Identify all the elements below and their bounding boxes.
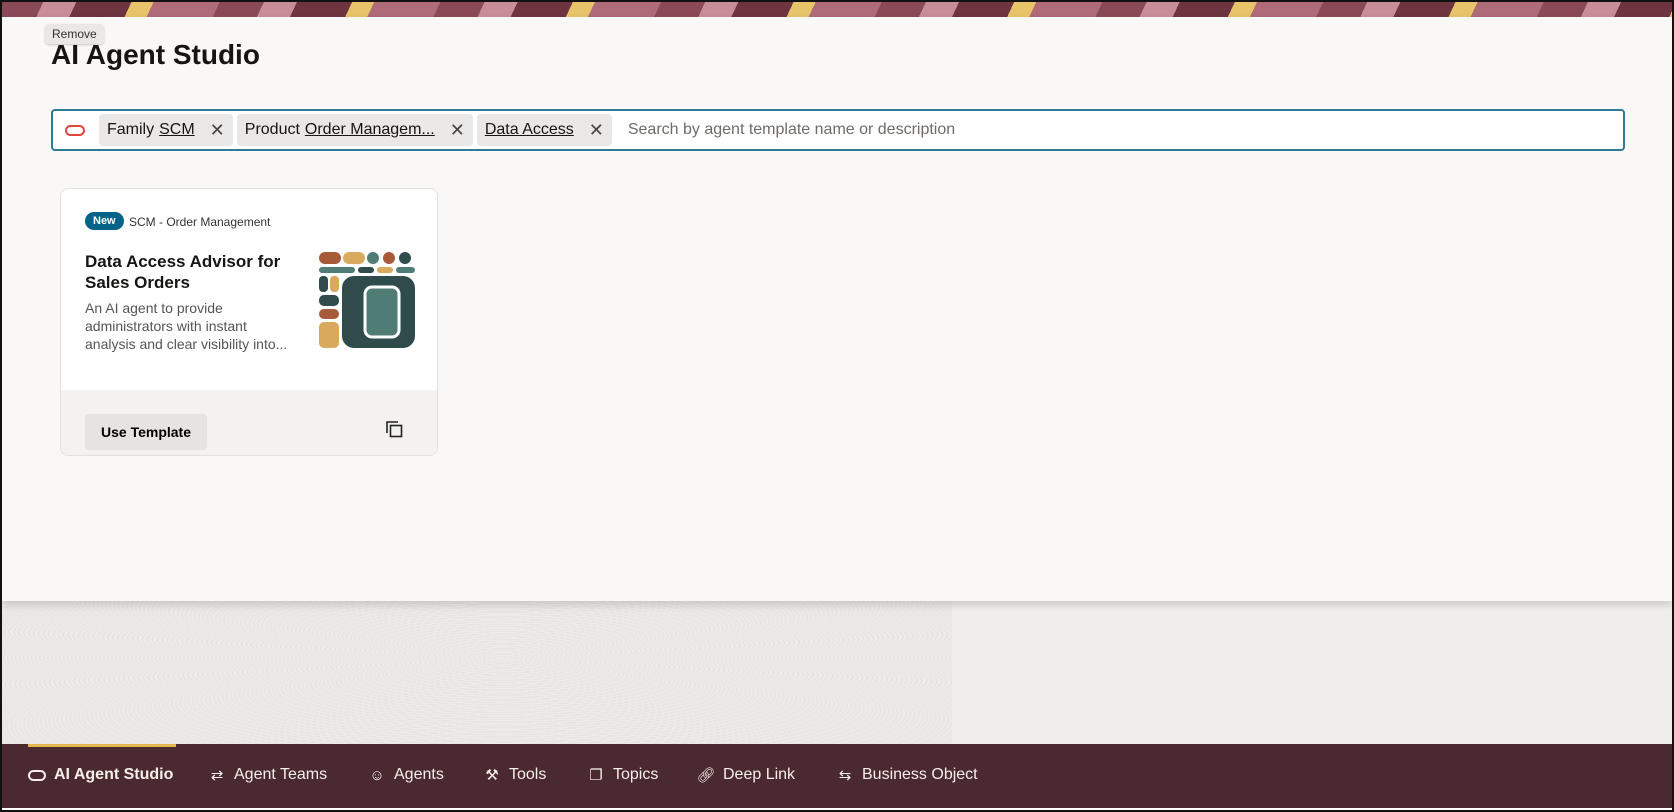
chip-value: Data Access: [484, 121, 574, 138]
close-icon[interactable]: ✕: [589, 120, 604, 141]
nav-tools[interactable]: ⚒ Tools: [483, 766, 546, 784]
close-icon[interactable]: ✕: [450, 120, 465, 141]
main-panel: Remove AI Agent Studio Family SCM ✕ Prod…: [2, 17, 1672, 601]
nav-label: Deep Link: [723, 766, 796, 783]
chip-label: Family: [107, 121, 155, 138]
business-object-icon: ⇆: [838, 767, 852, 784]
nav-agent-teams[interactable]: ⇄ Agent Teams: [208, 766, 327, 784]
close-icon[interactable]: ✕: [210, 120, 225, 141]
card-footer: Use Template: [61, 390, 437, 455]
search-input[interactable]: Search by agent template name or descrip…: [628, 121, 955, 139]
nav-ai-agent-studio[interactable]: AI Agent Studio: [28, 766, 173, 784]
chip-value: SCM: [159, 121, 195, 138]
nav-label: AI Agent Studio: [54, 766, 174, 783]
nav-label: Tools: [509, 766, 547, 783]
search-bar[interactable]: Family SCM ✕ Product Order Managem... ✕ …: [51, 109, 1625, 151]
filter-chip-product[interactable]: Product Order Managem... ✕: [236, 114, 473, 146]
nav-deep-link[interactable]: 🔗︎ Deep Link: [696, 766, 796, 784]
use-template-button[interactable]: Use Template: [85, 414, 207, 450]
template-illustration-icon: [319, 252, 415, 348]
nav-label: Topics: [613, 766, 659, 783]
card-category: SCM - Order Management: [129, 215, 271, 229]
background-texture: [2, 601, 1672, 744]
agent-icon: ☺: [369, 766, 385, 784]
nav-topics[interactable]: ❐ Topics: [587, 766, 658, 784]
link-icon: 🔗︎: [696, 767, 716, 784]
tools-icon: ⚒: [485, 767, 499, 784]
nav-label: Business Object: [862, 766, 978, 783]
filter-chip-data-access[interactable]: Data Access ✕: [476, 114, 612, 146]
chip-value: Order Managem...: [304, 121, 435, 138]
card-title: Data Access Advisor for Sales Orders: [85, 252, 281, 292]
agent-teams-icon: ⇄: [210, 767, 224, 784]
copy-icon[interactable]: [385, 420, 403, 438]
topics-icon: ❐: [589, 767, 603, 784]
filter-chip-family[interactable]: Family SCM ✕: [99, 114, 233, 146]
header-banner: [0, 0, 1674, 18]
chip-label: Product: [244, 121, 300, 138]
active-tab-indicator: [28, 744, 176, 747]
page-title: AI Agent Studio: [51, 39, 260, 70]
oracle-logo-icon: [28, 766, 46, 784]
agent-template-card[interactable]: New SCM - Order Management Data Access A…: [60, 188, 438, 456]
nav-label: Agent Teams: [234, 766, 328, 783]
nav-business-object[interactable]: ⇆ Business Object: [836, 766, 978, 784]
oracle-logo-icon: [65, 124, 85, 136]
nav-agents[interactable]: ☺ Agents: [368, 766, 444, 784]
card-description: An AI agent to provide administrators wi…: [85, 300, 288, 352]
bottom-nav: AI Agent Studio ⇄ Agent Teams ☺ Agents ⚒…: [2, 744, 1672, 808]
nav-label: Agents: [394, 766, 444, 783]
new-badge: New: [85, 212, 124, 230]
